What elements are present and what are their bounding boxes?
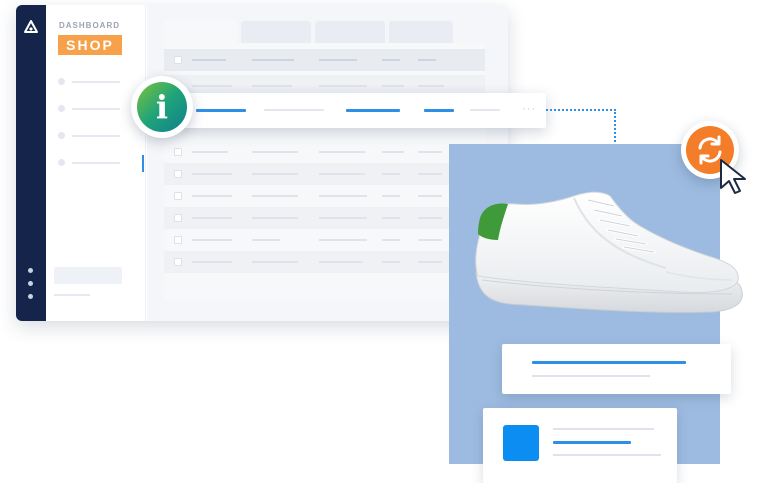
rail-dot[interactable] — [28, 281, 33, 286]
table-row[interactable] — [164, 207, 485, 229]
info-icon: i — [137, 82, 187, 132]
row-value-bar — [264, 109, 324, 111]
card-title-bar — [553, 441, 631, 444]
tab[interactable] — [241, 21, 311, 43]
tab[interactable] — [315, 21, 385, 43]
connector-line — [546, 109, 616, 111]
table-header — [164, 49, 485, 71]
sidebar-footer-line — [54, 294, 90, 296]
row-value-bar — [424, 109, 454, 112]
nav-rail — [16, 5, 46, 321]
row-value-bar — [470, 109, 500, 111]
product-detail-card[interactable] — [483, 408, 677, 483]
card-title-bar — [532, 361, 686, 364]
row-more-icon[interactable]: ··· — [522, 103, 536, 115]
sneaker-image — [475, 191, 743, 313]
row-value-bar — [196, 109, 246, 112]
table-row[interactable] — [164, 163, 485, 185]
table-row[interactable] — [164, 251, 485, 273]
highlighted-table-row[interactable]: ··· — [178, 93, 546, 128]
tab[interactable] — [389, 21, 453, 43]
card-text-bar — [532, 375, 650, 377]
brand-caption: DASHBOARD — [59, 21, 120, 30]
cursor-arrow-icon — [720, 159, 746, 194]
sidebar-item[interactable] — [58, 158, 128, 168]
brand-badge: SHOP — [58, 35, 122, 55]
table-row[interactable] — [164, 229, 485, 251]
card-text-bar — [553, 428, 654, 430]
sidebar-active-indicator — [142, 155, 144, 172]
tab[interactable] — [164, 21, 237, 43]
rail-dot[interactable] — [28, 268, 33, 273]
sidebar-item[interactable] — [58, 131, 128, 141]
table-row[interactable] — [164, 185, 485, 207]
rail-dot[interactable] — [28, 294, 33, 299]
sidebar-item[interactable] — [58, 77, 128, 87]
sidebar-item[interactable] — [58, 104, 128, 114]
illustration: DASHBOARD SHOP ··· i — [0, 0, 766, 483]
row-value-bar — [346, 109, 400, 112]
product-table — [164, 43, 485, 299]
table-row[interactable] — [164, 141, 485, 163]
card-text-bar — [553, 454, 661, 456]
info-badge[interactable]: i — [131, 76, 193, 138]
dashboard-window: DASHBOARD SHOP — [16, 5, 508, 321]
select-all-checkbox[interactable] — [174, 56, 182, 64]
sidebar-button[interactable] — [54, 267, 122, 284]
app-logo-icon[interactable] — [23, 19, 39, 35]
sidebar: DASHBOARD SHOP — [46, 5, 146, 321]
card-thumbnail — [503, 425, 539, 461]
product-info-card[interactable] — [502, 344, 731, 394]
